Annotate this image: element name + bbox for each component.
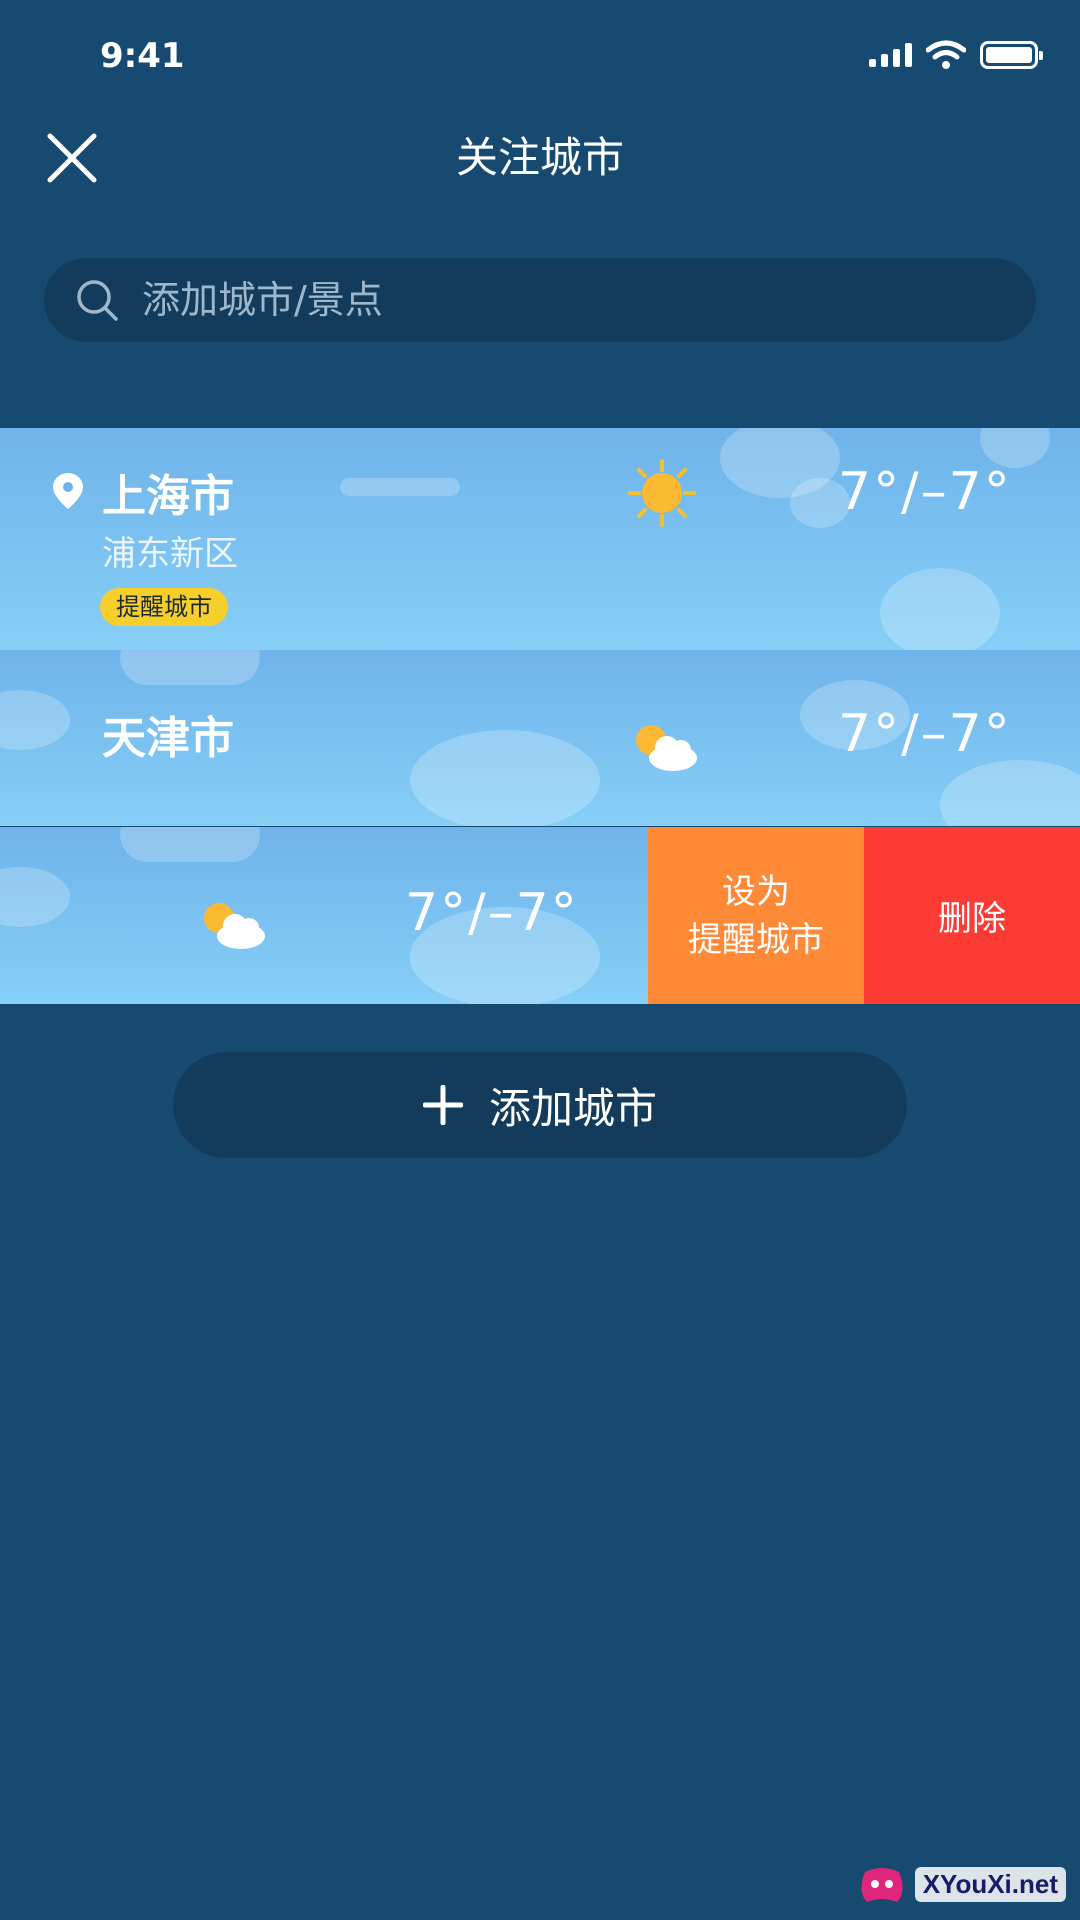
- watermark-text: XYouXi.net: [914, 1866, 1066, 1902]
- district-name: 浦东新区: [102, 534, 238, 574]
- wifi-icon: [926, 40, 966, 69]
- screen: 9:41 关注城市 上海市 浦东: [0, 0, 1080, 1920]
- cellular-signal-icon: [869, 43, 912, 67]
- gamepad-logo-icon: [861, 1868, 903, 1902]
- status-icons: [869, 40, 1043, 70]
- add-city-label: 添加城市: [488, 1083, 657, 1133]
- temperature: 7°/–7°: [405, 883, 579, 943]
- city-card[interactable]: 7°/–7° 设为 提醒城市 删除: [0, 827, 1080, 1004]
- add-city-button[interactable]: 添加城市: [173, 1052, 907, 1158]
- search-bar[interactable]: [44, 258, 1036, 342]
- page-title: 关注城市: [455, 133, 624, 182]
- partly-cloudy-icon: [204, 903, 265, 949]
- temperature: 7°/–7°: [838, 704, 1012, 764]
- status-time: 9:41: [100, 36, 185, 76]
- city-card[interactable]: 上海市 浦东新区 提醒城市 7°/–7°: [0, 428, 1080, 650]
- city-name: 上海市: [102, 471, 234, 522]
- set-remind-label-line1: 设为: [722, 871, 790, 912]
- partly-cloudy-icon: [636, 725, 697, 771]
- set-remind-label-line2: 提醒城市: [688, 919, 824, 960]
- city-card[interactable]: 天津市 7°/–7°: [0, 650, 1080, 826]
- plus-icon: [422, 1085, 463, 1125]
- search-input[interactable]: [142, 258, 1036, 342]
- delete-button[interactable]: 删除: [864, 827, 1080, 1004]
- search-icon: [77, 280, 118, 321]
- watermark: XYouXi.net: [857, 1862, 1066, 1906]
- battery-icon: [980, 41, 1043, 69]
- temperature: 7°/–7°: [838, 462, 1012, 522]
- location-pin-icon: [53, 473, 83, 509]
- sun-icon: [628, 459, 696, 527]
- swipe-actions: 设为 提醒城市 删除: [648, 827, 1080, 1004]
- set-remind-city-button[interactable]: 设为 提醒城市: [648, 827, 864, 1004]
- city-name: 天津市: [102, 713, 234, 764]
- remind-city-badge: 提醒城市: [100, 588, 228, 626]
